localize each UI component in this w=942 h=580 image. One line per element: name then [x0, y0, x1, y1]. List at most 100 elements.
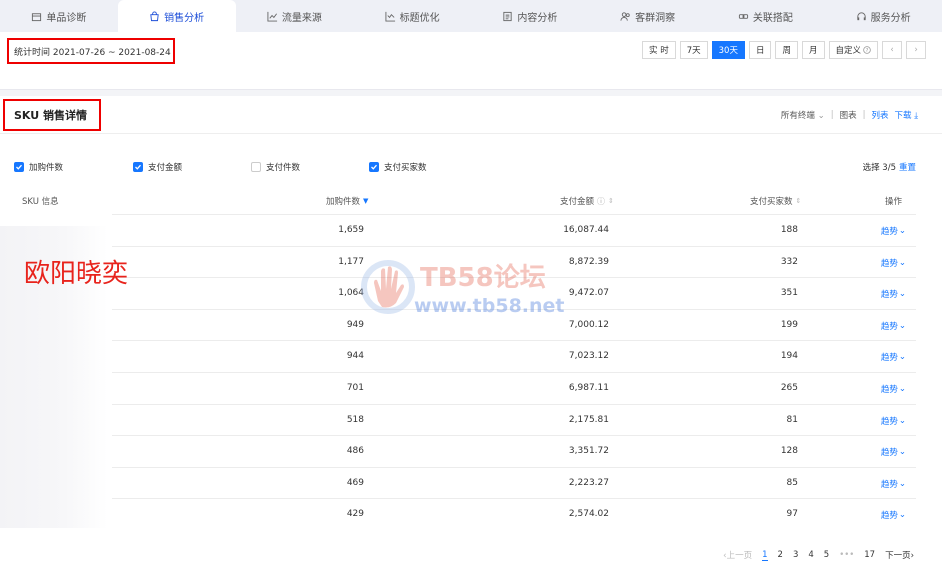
trend-link[interactable]: 趋势 ⌄	[881, 288, 906, 300]
7-days-button[interactable]: 7天	[679, 41, 708, 59]
month-button[interactable]: 月	[801, 41, 825, 59]
card-header: SKU 销售详情 所有终端 ⌄ | 图表 | 列表 下载 ⤓	[0, 96, 942, 134]
download-link[interactable]: 下载 ⤓	[895, 109, 918, 121]
page-last[interactable]: 17	[864, 550, 875, 560]
tab-item-service-analysis[interactable]: 服务分析	[824, 0, 942, 32]
header-pay-amount[interactable]: 支付金额 ⓘ ⇕	[560, 195, 614, 208]
tab-label: 服务分析	[870, 12, 911, 24]
header-actions: 所有终端 ⌄ | 图表 | 列表 下载 ⤓	[781, 109, 918, 121]
date-filter-panel: 统计时间 2021-07-26 ~ 2021-08-24 实 时 7天 30天 …	[0, 32, 942, 90]
trend-label: 趋势	[880, 511, 898, 522]
selection-info: 选择 3/5 重置	[863, 161, 916, 173]
trend-link[interactable]: 趋势 ⌄	[881, 509, 906, 521]
check-icon	[133, 162, 143, 172]
help-circle-icon: ?	[863, 46, 871, 54]
tab-item-title-optimization[interactable]: 标题优化	[353, 0, 471, 32]
cell-cart-count: 944	[346, 351, 364, 362]
chevron-down-icon: ⌄	[898, 320, 906, 331]
tab-label: 客群洞察	[635, 12, 676, 24]
list-view-link[interactable]: 列表	[872, 109, 889, 121]
tab-item-traffic-source[interactable]: 流量来源	[236, 0, 354, 32]
cell-cart-count: 469	[346, 477, 364, 488]
page-3[interactable]: 3	[793, 550, 798, 560]
trend-link[interactable]: 趋势 ⌄	[881, 351, 906, 363]
header-label: 支付买家数	[750, 197, 793, 207]
divider: |	[830, 110, 834, 120]
custom-range-label: 自定义	[835, 46, 862, 56]
terminal-select-label: 所有终端	[780, 111, 815, 121]
tab-item-related-matching[interactable]: 关联搭配	[707, 0, 825, 32]
table-header: SKU 信息 加购件数 ▼ 支付金额 ⓘ ⇕ 支付买家数 ⇕ 操作	[0, 188, 942, 212]
headset-icon	[857, 11, 866, 20]
table-row: 944 7,023.12 194 趋势 ⌄	[112, 340, 916, 372]
trend-label: 趋势	[880, 448, 898, 459]
trend-link[interactable]: 趋势 ⌄	[881, 225, 906, 237]
realtime-button[interactable]: 实 时	[642, 41, 676, 59]
top-tab-bar: 单品诊断 销售分析 流量来源 标题优化 内容分析 客群洞察 关联搭配 服务分析	[0, 0, 942, 32]
table-row: 486 3,351.72 128 趋势 ⌄	[112, 435, 916, 467]
cell-pay-buyers: 194	[780, 351, 798, 362]
page-ellipsis[interactable]: •••	[839, 550, 854, 560]
reset-link[interactable]: 重置	[899, 163, 916, 173]
box-icon	[32, 12, 42, 21]
trend-link[interactable]: 趋势 ⌄	[881, 446, 906, 458]
date-button-group: 实 时 7天 30天 日 周 月 自定义 ? ‹ ›	[642, 41, 927, 59]
page-2[interactable]: 2	[778, 550, 783, 560]
chevron-down-icon: ⌄	[898, 415, 906, 426]
tab-label: 流量来源	[281, 12, 322, 24]
table-row: 429 2,574.02 97 趋势 ⌄	[112, 498, 916, 530]
terminal-select[interactable]: 所有终端 ⌄	[781, 109, 825, 121]
trend-label: 趋势	[880, 479, 898, 490]
users-icon	[620, 11, 630, 21]
trend-link[interactable]: 趋势 ⌄	[881, 478, 906, 490]
bag-icon	[150, 10, 159, 21]
trend-link[interactable]: 趋势 ⌄	[881, 415, 906, 427]
check-icon	[369, 162, 379, 172]
chevron-down-icon: ⌄	[898, 226, 906, 236]
cell-pay-amount: 7,023.12	[568, 351, 609, 362]
tab-label: 单品诊断	[46, 12, 87, 24]
header-pay-buyers[interactable]: 支付买家数 ⇕	[750, 195, 801, 207]
cell-pay-amount: 2,175.81	[568, 414, 609, 425]
next-period-button[interactable]: ›	[906, 41, 927, 59]
trend-link[interactable]: 趋势 ⌄	[881, 320, 906, 332]
page-5[interactable]: 5	[824, 550, 829, 560]
checkbox-pay-amount[interactable]: 支付金额	[133, 161, 182, 173]
svg-text:?: ?	[866, 48, 869, 54]
link-icon	[738, 13, 748, 19]
trend-link[interactable]: 趋势 ⌄	[881, 257, 906, 269]
tab-item-diagnosis[interactable]: 单品诊断	[0, 0, 118, 32]
watermark: TB58论坛 www.tb58.net	[358, 255, 608, 325]
download-label: 下载	[894, 111, 912, 121]
tab-item-content-analysis[interactable]: 内容分析	[471, 0, 589, 32]
cell-pay-buyers: 351	[780, 288, 798, 299]
checkbox-pay-buyers[interactable]: 支付买家数	[369, 161, 427, 173]
prev-page-button[interactable]: ‹上一页	[723, 549, 752, 561]
cell-pay-buyers: 128	[780, 446, 798, 457]
checkbox-cart-count[interactable]: 加购件数	[14, 161, 63, 173]
custom-range-button[interactable]: 自定义 ?	[828, 41, 879, 59]
empty-checkbox-icon	[251, 162, 261, 172]
header-sku: SKU 信息	[22, 197, 59, 207]
header-cart-count[interactable]: 加购件数 ▼	[326, 195, 368, 207]
day-button[interactable]: 日	[748, 41, 772, 59]
next-page-label: 下一页	[885, 551, 911, 561]
week-button[interactable]: 周	[775, 41, 798, 59]
tab-label: 内容分析	[517, 12, 558, 24]
page-1[interactable]: 1	[762, 550, 768, 561]
trend-label: 趋势	[880, 353, 898, 364]
checkbox-pay-count[interactable]: 支付件数	[251, 161, 300, 173]
prev-page-label: 上一页	[726, 551, 753, 561]
chart-view-link[interactable]: 图表	[840, 109, 857, 121]
checkbox-label: 加购件数	[29, 163, 64, 173]
tab-item-sales-analysis[interactable]: 销售分析	[117, 0, 236, 32]
trend-label: 趋势	[880, 290, 898, 301]
tab-item-audience-insight[interactable]: 客群洞察	[589, 0, 707, 32]
prev-period-button[interactable]: ‹	[882, 41, 903, 59]
trend-chart-icon	[385, 11, 395, 22]
next-page-button[interactable]: 下一页›	[885, 549, 914, 561]
trend-link[interactable]: 趋势 ⌄	[881, 383, 906, 395]
page-4[interactable]: 4	[808, 550, 813, 560]
table-row: 701 6,987.11 265 趋势 ⌄	[112, 371, 916, 404]
30-days-button[interactable]: 30天	[711, 41, 745, 59]
